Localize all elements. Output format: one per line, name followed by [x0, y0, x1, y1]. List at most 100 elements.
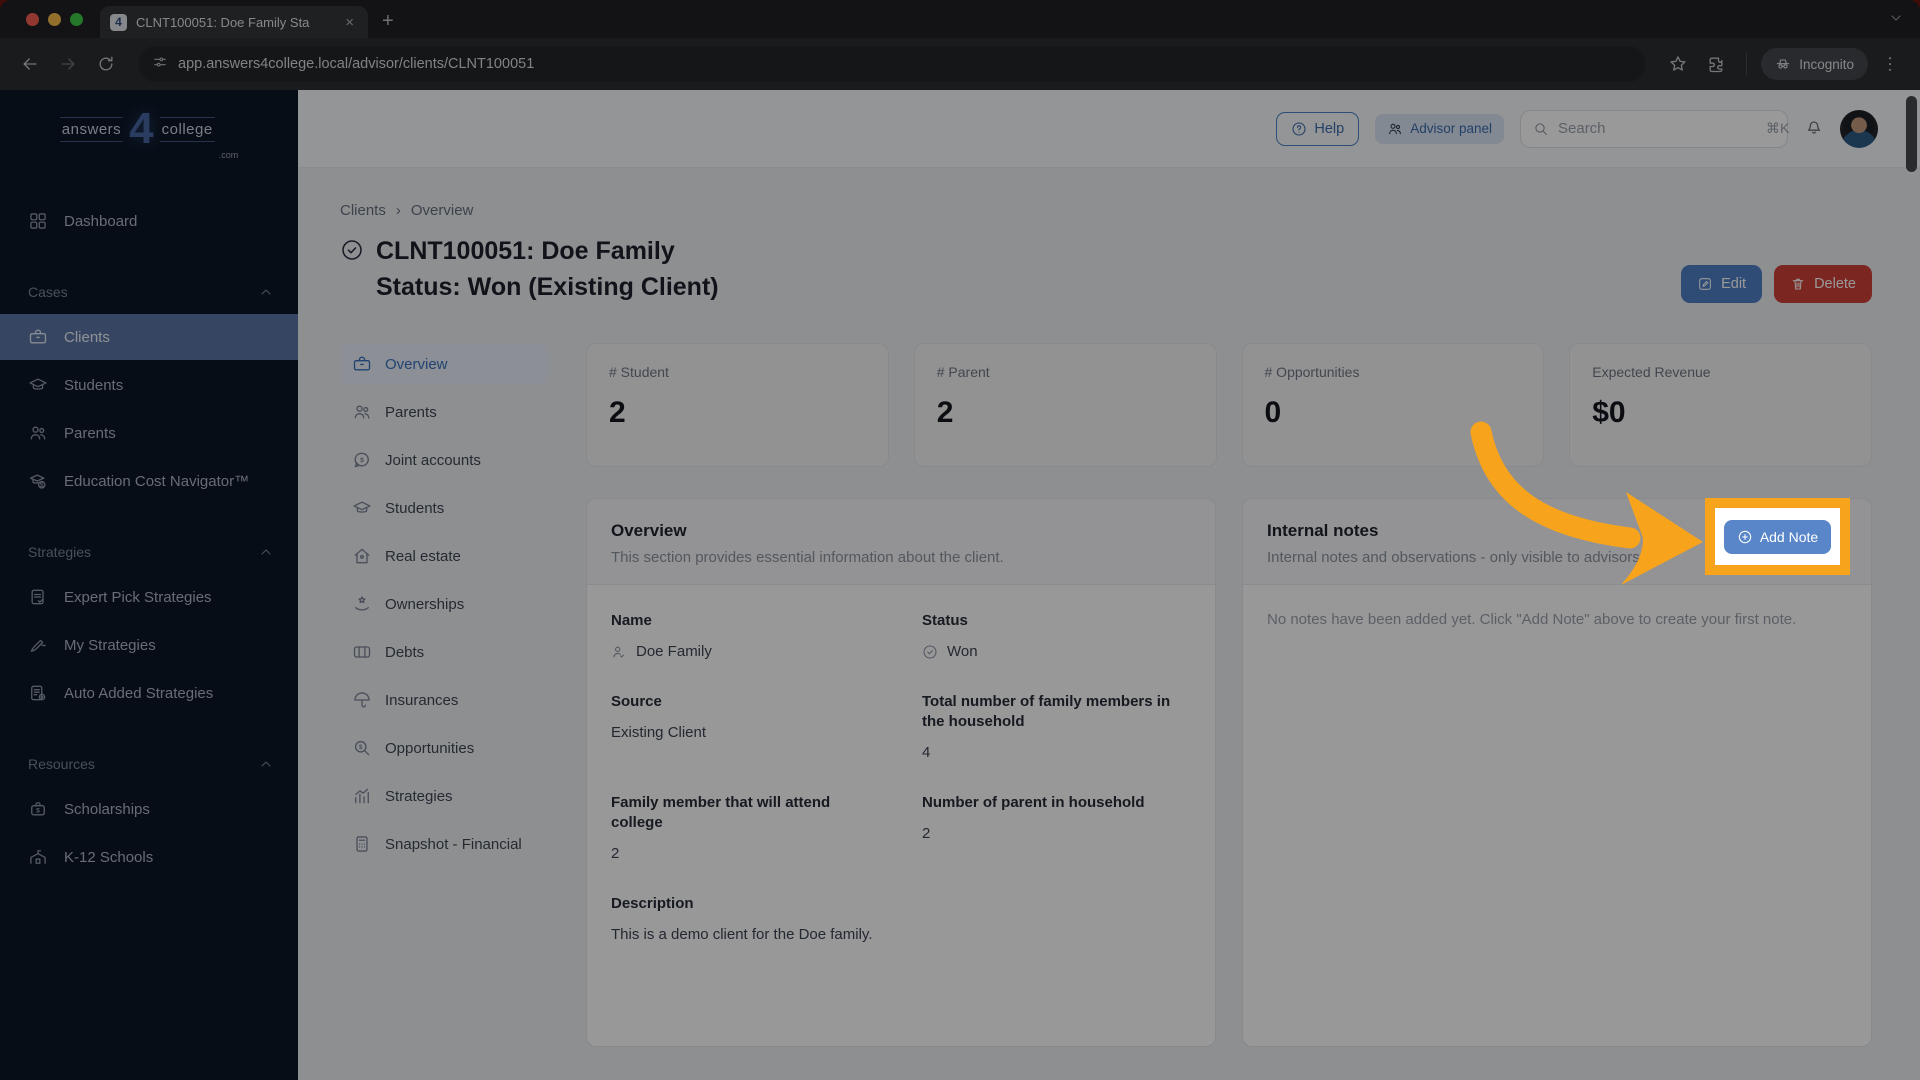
people-icon	[30, 426, 46, 440]
umbrella-icon	[354, 692, 370, 708]
global-search[interactable]: ⌘K	[1520, 109, 1790, 148]
logo-text-college: college	[159, 116, 215, 142]
tab-search-chevron-icon[interactable]	[1888, 10, 1904, 31]
dashboard-grid-icon	[30, 213, 46, 229]
document-gear-icon	[31, 685, 46, 701]
zoom-window-button[interactable]	[70, 13, 83, 26]
hand-award-icon	[355, 596, 369, 611]
stat-cards: # Student 2 # Parent 2 # Opportunities 0	[586, 343, 1872, 467]
sidebar-section-cases[interactable]: Cases	[0, 284, 298, 300]
tab-overview[interactable]: Overview	[340, 343, 550, 385]
extensions-puzzle-icon[interactable]	[1700, 48, 1732, 80]
new-tab-button[interactable]: +	[382, 10, 394, 33]
sidebar-section-resources[interactable]: Resources	[0, 756, 298, 772]
tab-insurances[interactable]: Insurances	[340, 679, 550, 721]
search-input[interactable]	[1558, 120, 1757, 137]
url-text: app.answers4college.local/advisor/client…	[178, 56, 535, 72]
tab-debts[interactable]: Debts	[340, 631, 550, 673]
chevron-up-icon	[261, 761, 271, 767]
logo-text-com: .com	[218, 150, 239, 160]
stat-label: # Opportunities	[1264, 364, 1360, 380]
sidebar-section-strategies[interactable]: Strategies	[0, 544, 298, 560]
overview-card-header: Overview This section provides essential…	[587, 499, 1215, 585]
app-body: Dashboard Cases Clients Students Parents…	[0, 168, 1920, 1080]
site-controls-icon[interactable]	[152, 54, 168, 75]
edit-button[interactable]: Edit	[1681, 265, 1763, 303]
sidebar-item-k12-schools[interactable]: K-12 Schools	[0, 834, 298, 880]
bookmark-star-icon[interactable]	[1662, 48, 1694, 80]
sidebar-item-parents[interactable]: Parents	[0, 410, 298, 456]
advisor-panel-badge[interactable]: Advisor panel	[1375, 113, 1504, 144]
search-icon	[1535, 122, 1547, 135]
overview-card: Overview This section provides essential…	[586, 498, 1216, 1047]
forward-icon[interactable]	[52, 48, 84, 80]
chat-dollar-icon: $	[354, 452, 369, 468]
tab-opportunities[interactable]: $ Opportunities	[340, 727, 550, 769]
cap-dollar-icon: $	[29, 474, 46, 489]
overview-card-title: Overview	[611, 521, 687, 540]
calculator-dollar-icon	[356, 836, 368, 852]
close-window-button[interactable]	[26, 13, 39, 26]
stat-value: $0	[1592, 396, 1626, 429]
delete-button[interactable]: Delete	[1774, 265, 1872, 303]
sidebar-item-label: Education Cost Navigator™	[64, 472, 250, 490]
tab-students[interactable]: Students	[340, 487, 550, 529]
tab-strategies[interactable]: Strategies	[340, 775, 550, 817]
user-avatar[interactable]	[1840, 109, 1878, 148]
close-tab-icon[interactable]: ×	[341, 14, 358, 31]
back-icon[interactable]	[14, 48, 46, 80]
browser-toolbar: app.answers4college.local/advisor/client…	[0, 38, 1920, 90]
notifications-bell-icon[interactable]	[1804, 116, 1824, 141]
browser-tab[interactable]: 4 CLNT100051: Doe Family Sta ×	[100, 6, 368, 38]
tab-snapshot-financial[interactable]: Snapshot - Financial	[340, 823, 550, 865]
browser-menu-kebab-icon[interactable]	[1874, 48, 1906, 80]
sidebar-item-label: Expert Pick Strategies	[64, 588, 212, 606]
sidebar-item-label: Clients	[64, 328, 110, 346]
sidebar-item-education-cost-navigator[interactable]: $ Education Cost Navigator™	[0, 458, 298, 504]
advisor-panel-label: Advisor panel	[1410, 121, 1492, 136]
breadcrumb-clients[interactable]: Clients	[340, 202, 386, 219]
field-name: Name Doe Family	[611, 612, 712, 660]
breadcrumb-overview: Overview	[410, 202, 474, 219]
sidebar-item-label: Auto Added Strategies	[64, 684, 214, 702]
tab-label: Students	[385, 499, 445, 517]
sidebar-item-label: Students	[64, 376, 124, 394]
add-note-label: Add Note	[1759, 528, 1819, 545]
edit-label: Edit	[1721, 276, 1747, 292]
tab-ownerships[interactable]: Ownerships	[340, 583, 550, 625]
tab-joint-accounts[interactable]: $ Joint accounts	[340, 439, 550, 481]
breadcrumb: Clients › Overview	[340, 202, 1872, 219]
help-button[interactable]: Help	[1276, 111, 1360, 146]
page-scrollbar-thumb[interactable]	[1906, 96, 1917, 172]
svg-text:$: $	[359, 744, 363, 751]
sidebar-item-auto-added-strategies[interactable]: Auto Added Strategies	[0, 670, 298, 716]
stat-card-expected-revenue: Expected Revenue $0	[1569, 343, 1872, 467]
tab-real-estate[interactable]: Real estate	[340, 535, 550, 577]
sidebar-item-scholarships[interactable]: $ Scholarships	[0, 786, 298, 832]
reload-icon[interactable]	[90, 48, 122, 80]
page-head: CLNT100051: Doe Family Status: Won (Exis…	[340, 233, 1872, 305]
tab-label: Parents	[385, 403, 437, 421]
sidebar-item-dashboard[interactable]: Dashboard	[0, 198, 298, 244]
app-logo[interactable]: answers 4 college .com	[0, 90, 298, 168]
stat-value: 0	[1264, 396, 1282, 429]
breadcrumb-separator: ›	[395, 202, 401, 219]
app-header: answers 4 college .com Help Advisor pane…	[0, 90, 1920, 168]
tab-parents[interactable]: Parents	[340, 391, 550, 433]
address-bar[interactable]: app.answers4college.local/advisor/client…	[138, 46, 1647, 82]
sidebar-item-my-strategies[interactable]: My Strategies	[0, 622, 298, 668]
add-note-button[interactable]: Add Note	[1723, 519, 1832, 554]
minimize-window-button[interactable]	[48, 13, 61, 26]
search-shortcut: ⌘K	[1766, 120, 1790, 136]
pencil-square-icon	[1699, 278, 1711, 290]
chevron-up-icon	[261, 289, 271, 295]
sidebar-item-clients[interactable]: Clients	[0, 314, 298, 360]
chart-bars-icon	[355, 788, 369, 804]
sidebar-item-students[interactable]: Students	[0, 362, 298, 408]
stat-label: # Parent	[936, 364, 990, 380]
help-label: Help	[1314, 120, 1345, 137]
delete-label: Delete	[1814, 276, 1856, 292]
tab-label: Overview	[385, 355, 448, 373]
sidebar-item-expert-pick-strategies[interactable]: Expert Pick Strategies	[0, 574, 298, 620]
stat-value: 2	[936, 396, 954, 429]
